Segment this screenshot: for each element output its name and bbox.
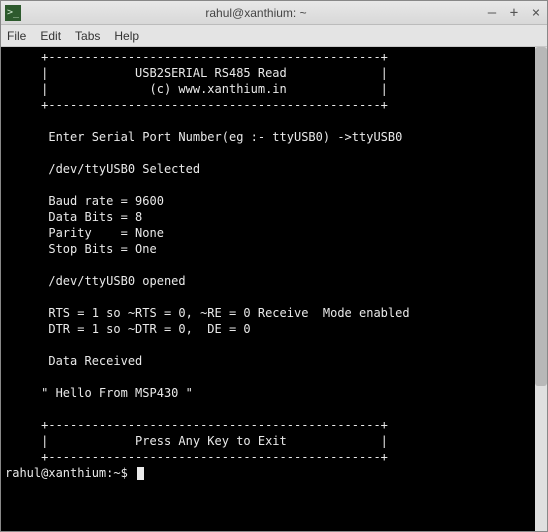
close-button[interactable]: ×	[529, 5, 543, 21]
scroll-thumb[interactable]	[535, 47, 547, 386]
shell-prompt: rahul@xanthium:~$	[5, 465, 135, 481]
minimize-button[interactable]: –	[485, 5, 499, 21]
window-titlebar: >_ rahul@xanthium: ~ – + ×	[1, 1, 547, 25]
menu-bar: File Edit Tabs Help	[1, 25, 547, 47]
menu-edit[interactable]: Edit	[40, 29, 61, 43]
maximize-button[interactable]: +	[507, 5, 521, 21]
terminal-output: +---------------------------------------…	[5, 50, 410, 464]
menu-help[interactable]: Help	[114, 29, 139, 43]
menu-tabs[interactable]: Tabs	[75, 29, 100, 43]
window-controls: – + ×	[485, 5, 543, 21]
scroll-track[interactable]	[535, 47, 547, 531]
terminal-output-area[interactable]: +---------------------------------------…	[1, 47, 535, 531]
prompt-line: rahul@xanthium:~$	[5, 465, 535, 481]
cursor-block	[137, 467, 144, 480]
terminal-container: +---------------------------------------…	[1, 47, 547, 531]
terminal-app-icon: >_	[5, 5, 21, 21]
vertical-scrollbar[interactable]	[535, 47, 547, 531]
window-title: rahul@xanthium: ~	[27, 6, 485, 20]
menu-file[interactable]: File	[7, 29, 26, 43]
